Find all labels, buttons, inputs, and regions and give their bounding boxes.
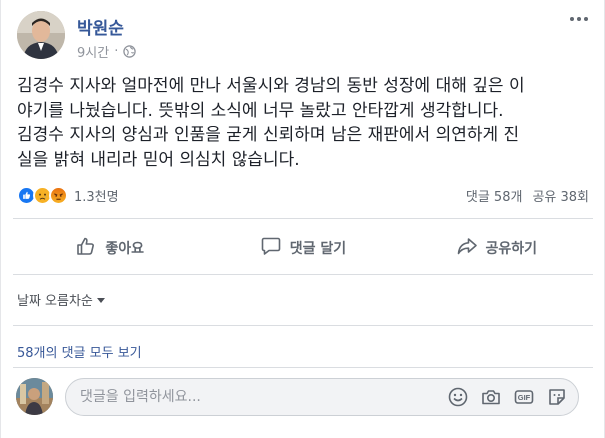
comment-composer: GIF bbox=[65, 378, 579, 416]
share-button[interactable]: 공유하기 bbox=[400, 227, 593, 269]
gif-label: GIF bbox=[518, 393, 531, 402]
sort-label: 날짜 오름차순 bbox=[17, 294, 93, 309]
divider bbox=[13, 367, 593, 368]
post-card: 박원순 9시간 · 김경수 지사와 얼마전에 만나 서울시와 경남의 동반 성장… bbox=[0, 0, 605, 438]
engagement-stats: 댓글 58개 공유 38회 bbox=[466, 186, 589, 205]
comment-count[interactable]: 댓글 58개 bbox=[466, 186, 523, 205]
divider bbox=[13, 325, 593, 326]
reaction-summary: 1.3천명 댓글 58개 공유 38회 bbox=[17, 183, 589, 207]
share-label: 공유하기 bbox=[485, 241, 538, 257]
share-count[interactable]: 공유 38회 bbox=[532, 186, 589, 205]
share-arrow-icon bbox=[456, 235, 478, 261]
divider bbox=[13, 218, 593, 219]
thumbs-up-icon bbox=[75, 235, 97, 261]
comment-sort-dropdown[interactable]: 날짜 오름차순 bbox=[17, 290, 105, 309]
comment-button[interactable]: 댓글 달기 bbox=[206, 227, 399, 269]
gif-icon[interactable]: GIF bbox=[513, 386, 535, 408]
divider bbox=[13, 274, 593, 275]
post-actions: 좋아요 댓글 달기 공유하기 bbox=[13, 227, 593, 269]
like-label: 좋아요 bbox=[105, 241, 144, 257]
reaction-count[interactable]: 1.3천명 bbox=[74, 186, 119, 205]
composer-tools: GIF bbox=[447, 386, 578, 408]
comment-input[interactable] bbox=[80, 389, 447, 405]
globe-icon[interactable] bbox=[123, 45, 137, 58]
emoji-icon[interactable] bbox=[447, 386, 469, 408]
post-time[interactable]: 9시간 bbox=[77, 42, 109, 61]
comment-label: 댓글 달기 bbox=[289, 241, 347, 257]
angry-icon[interactable] bbox=[49, 185, 68, 205]
like-button[interactable]: 좋아요 bbox=[13, 227, 206, 269]
post-text-line: 실을 밝혀 내리라 믿어 의심치 않습니다. bbox=[17, 149, 300, 170]
user-avatar[interactable] bbox=[16, 378, 53, 415]
sticker-icon[interactable] bbox=[546, 386, 568, 408]
view-all-comments-link[interactable]: 58개의 댓글 모두 보기 bbox=[17, 342, 142, 361]
author-avatar[interactable] bbox=[17, 11, 65, 59]
post-text: 김경수 지사와 얼마전에 만나 서울시와 경남의 동반 성장에 대해 깊은 이 … bbox=[17, 74, 587, 172]
post-text-line: 김경수 지사의 양심과 인품을 굳게 신뢰하며 남은 재판에서 의연하게 진 bbox=[17, 125, 520, 145]
post-meta: 9시간 · bbox=[77, 42, 137, 61]
post-text-line: 야기를 나눴습니다. 뜻밖의 소식에 너무 놀랐고 안타깝게 생각합니다. bbox=[17, 100, 504, 121]
camera-icon[interactable] bbox=[480, 386, 502, 408]
more-options-icon[interactable] bbox=[568, 11, 590, 27]
caret-down-icon bbox=[96, 297, 105, 303]
author-name[interactable]: 박원순 bbox=[77, 14, 124, 39]
meta-separator: · bbox=[114, 44, 119, 59]
speech-bubble-icon bbox=[260, 235, 282, 261]
post-text-line: 김경수 지사와 얼마전에 만나 서울시와 경남의 동반 성장에 대해 깊은 이 bbox=[17, 76, 525, 96]
